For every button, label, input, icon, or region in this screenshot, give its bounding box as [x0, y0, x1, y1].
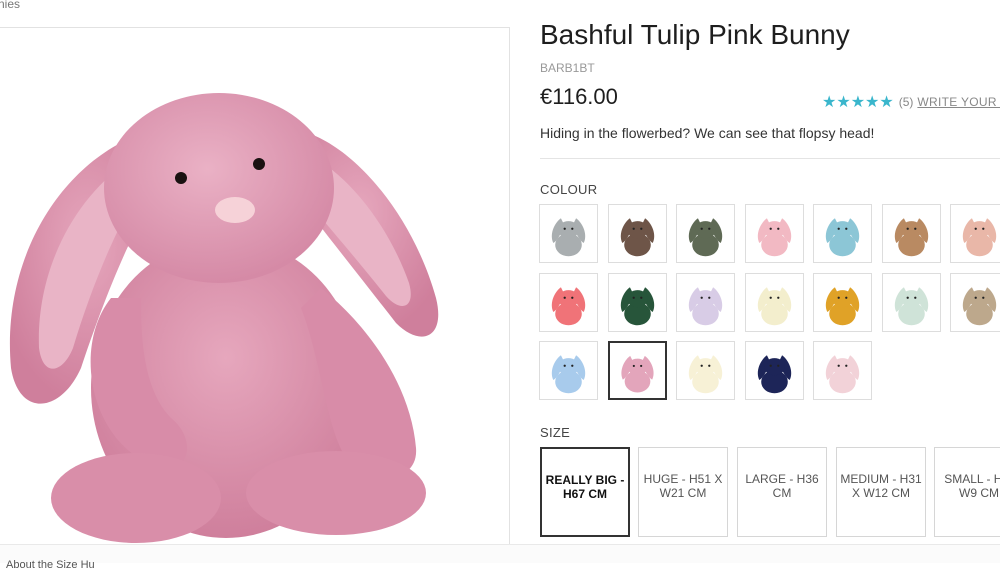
size-option[interactable]: REALLY BIG - H67 CM: [540, 447, 630, 537]
product-image-bunny: [9, 93, 439, 543]
bunny-thumbnail-icon: [620, 287, 655, 326]
review-count[interactable]: (5): [899, 95, 914, 109]
colour-swatch-candy[interactable]: [813, 341, 872, 400]
size-option-label: LARGE - H36 CM: [745, 472, 819, 500]
colour-swatch-blush[interactable]: [745, 204, 804, 263]
colour-swatch-marmalade[interactable]: [813, 273, 872, 332]
colour-swatch-forest[interactable]: [608, 273, 667, 332]
colour-swatch-sky[interactable]: [539, 341, 598, 400]
bunny-thumbnail-icon: [825, 218, 860, 257]
bunny-thumbnail-icon: [688, 218, 723, 257]
bunny-thumbnail-icon: [962, 287, 997, 326]
bunny-thumbnail-icon: [621, 355, 654, 393]
bunny-thumbnail-icon: [757, 218, 792, 257]
colour-swatch-fern[interactable]: [676, 204, 735, 263]
size-option-label: REALLY BIG - H67 CM: [545, 473, 625, 501]
footer-link[interactable]: About the Size Hu: [6, 559, 95, 571]
colour-swatch-silver[interactable]: [539, 204, 598, 263]
colour-swatch-truffle[interactable]: [608, 204, 667, 263]
colour-swatch-ivory[interactable]: [676, 341, 735, 400]
size-label: SIZE: [540, 425, 571, 440]
divider: [540, 158, 1000, 159]
bunny-thumbnail-icon: [688, 355, 723, 394]
product-image-panel: [0, 27, 510, 549]
colour-swatch-sea-spray[interactable]: [813, 204, 872, 263]
size-option[interactable]: SMALL - H X W9 CM: [934, 447, 1000, 537]
colour-swatch-mocha[interactable]: [950, 273, 1000, 332]
colour-swatch-coral[interactable]: [539, 273, 598, 332]
bunny-thumbnail-icon: [757, 287, 792, 326]
write-review-link[interactable]: WRITE YOUR REVIEW: [917, 95, 1000, 109]
product-description: Hiding in the flowerbed? We can see that…: [540, 125, 875, 141]
rating-stars-icon[interactable]: ★★★★★: [822, 94, 894, 111]
colour-swatch-tulip-pink[interactable]: [608, 341, 667, 400]
bunny-thumbnail-icon: [551, 287, 586, 326]
colour-swatch-mist[interactable]: [882, 273, 941, 332]
bunny-thumbnail-icon: [962, 218, 997, 257]
product-price: €116.00: [540, 84, 618, 109]
bunny-thumbnail-icon: [620, 218, 655, 257]
colour-label: COLOUR: [540, 182, 598, 197]
footer-bar: About the Size Hu: [0, 544, 1000, 571]
bunny-thumbnail-icon: [894, 287, 929, 326]
bunny-thumbnail-icon: [825, 355, 860, 394]
size-option[interactable]: MEDIUM - H31 X W12 CM: [836, 447, 926, 537]
size-option[interactable]: LARGE - H36 CM: [737, 447, 827, 537]
colour-swatch-cream[interactable]: [745, 273, 804, 332]
size-option-label: MEDIUM - H31 X W12 CM: [840, 472, 922, 500]
bunny-thumbnail-icon: [894, 218, 929, 257]
size-option-label: HUGE - H51 X W21 CM: [643, 472, 723, 500]
product-sku: BARB1BT: [540, 61, 595, 75]
colour-swatch-petal[interactable]: [950, 204, 1000, 263]
bunny-thumbnail-icon: [551, 218, 586, 257]
size-option[interactable]: HUGE - H51 X W21 CM: [638, 447, 728, 537]
bunny-thumbnail-icon: [825, 287, 860, 326]
rating-row: ★★★★★ (5)WRITE YOUR REVIEW: [822, 92, 1000, 112]
bunny-thumbnail-icon: [551, 355, 586, 394]
product-title: Bashful Tulip Pink Bunny: [540, 19, 850, 50]
breadcrumb[interactable]: nies: [0, 0, 20, 11]
size-option-label: SMALL - H X W9 CM: [944, 472, 1000, 500]
bunny-thumbnail-icon: [757, 355, 792, 394]
colour-swatch-honey[interactable]: [882, 204, 941, 263]
colour-swatch-lilac[interactable]: [676, 273, 735, 332]
colour-swatch-navy[interactable]: [745, 341, 804, 400]
bunny-thumbnail-icon: [688, 287, 723, 326]
